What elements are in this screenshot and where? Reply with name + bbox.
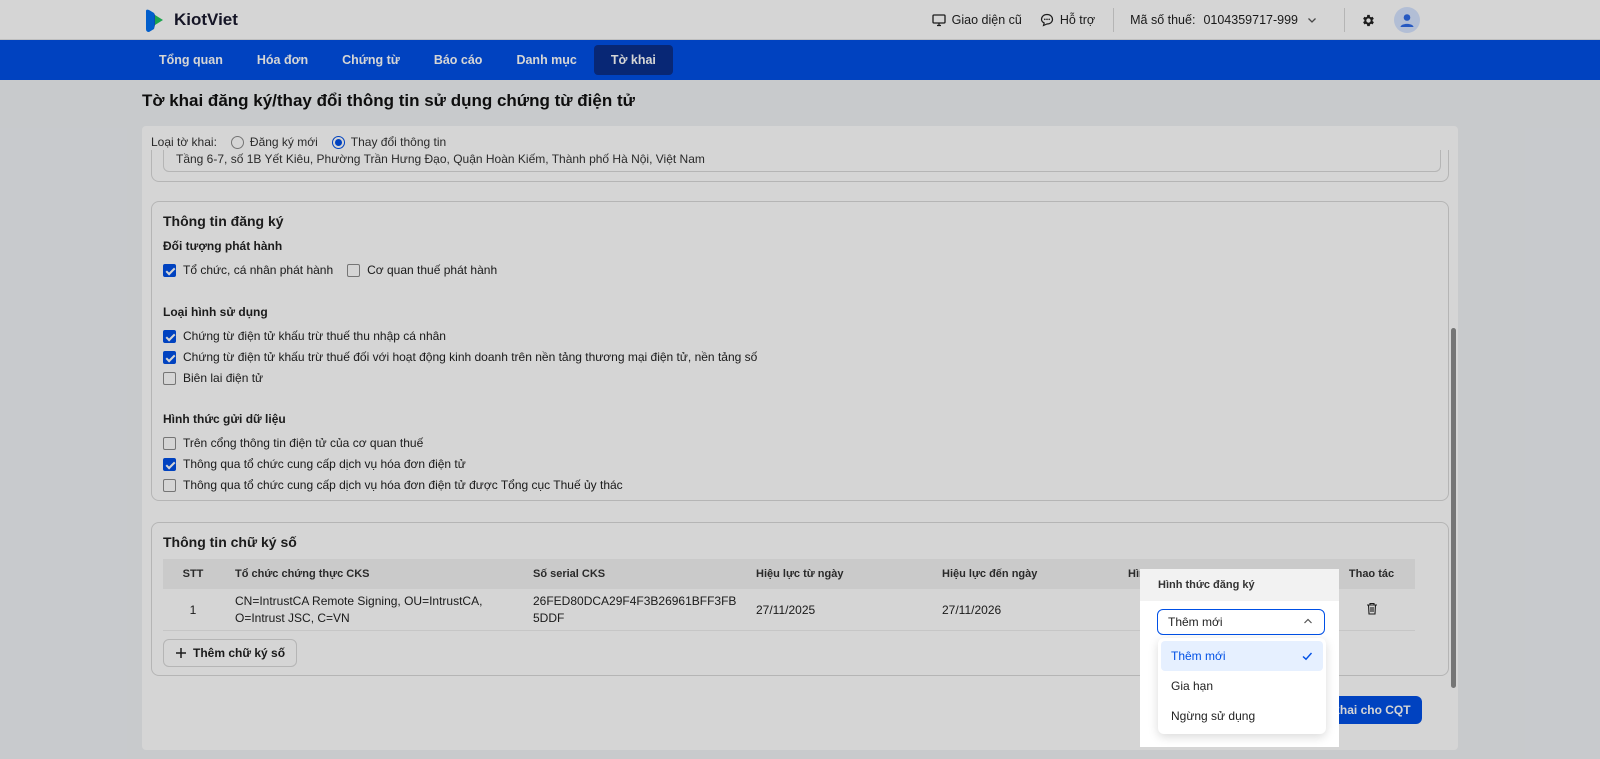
option-renew[interactable]: Gia hạn	[1161, 671, 1323, 701]
chevron-up-icon	[1304, 618, 1312, 624]
tour-overlay	[0, 0, 1600, 759]
option-add-new[interactable]: Thêm mới	[1161, 641, 1323, 671]
option-label: Thêm mới	[1171, 649, 1226, 663]
reg-type-value: Thêm mới	[1168, 615, 1223, 629]
reg-type-header: Hình thức đăng ký	[1140, 569, 1339, 601]
reg-type-spotlight: Hình thức đăng ký Thêm mới Thêm mới Gia …	[1140, 569, 1339, 747]
option-label: Gia hạn	[1171, 679, 1214, 693]
reg-type-dropdown: Thêm mới Gia hạn Ngừng sử dụng	[1158, 638, 1326, 734]
reg-type-select[interactable]: Thêm mới	[1157, 609, 1325, 635]
option-stop[interactable]: Ngừng sử dụng	[1161, 701, 1323, 731]
option-label: Ngừng sử dụng	[1171, 709, 1256, 723]
check-icon	[1302, 652, 1313, 661]
